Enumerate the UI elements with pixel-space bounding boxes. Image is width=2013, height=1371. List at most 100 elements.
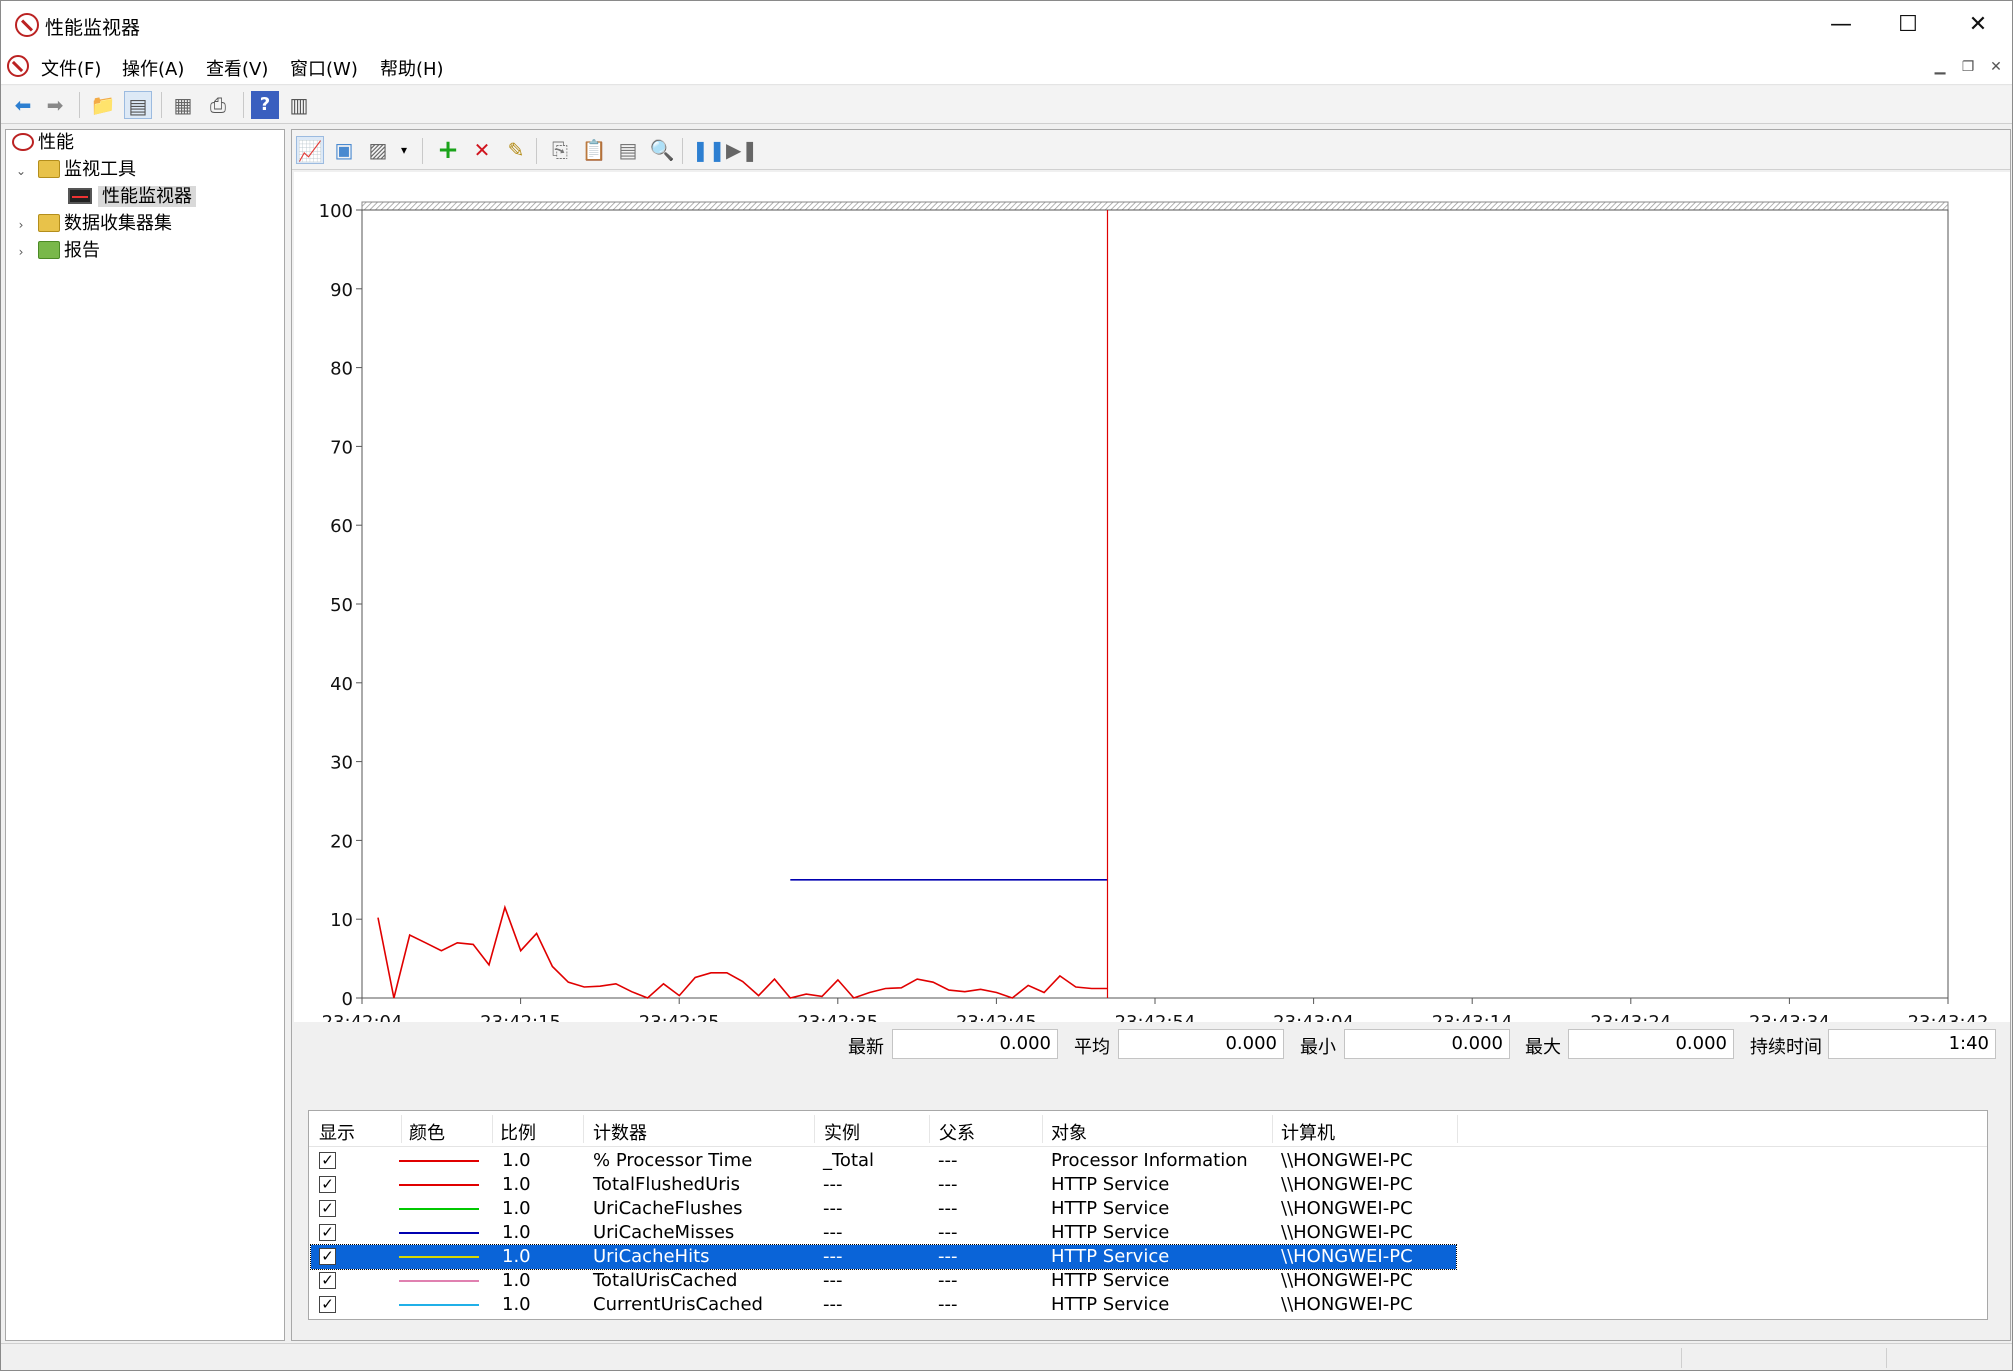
- column-color[interactable]: 颜色: [409, 1119, 445, 1145]
- mdi-close-icon[interactable]: ✕: [1983, 55, 2009, 79]
- column-divider[interactable]: [1042, 1115, 1043, 1143]
- paste-counter-list-icon[interactable]: 📋: [580, 136, 608, 164]
- counter-visible-checkbox[interactable]: ✓: [319, 1296, 336, 1313]
- x-tick-label: 23:43:04: [1273, 1012, 1354, 1022]
- column-divider[interactable]: [814, 1115, 815, 1143]
- average-value: 0.000: [1118, 1029, 1284, 1059]
- toolbar-separator: [536, 138, 537, 164]
- x-tick-label: 23:43:42: [1908, 1012, 1989, 1022]
- view-current-activity-icon[interactable]: 📈: [296, 136, 324, 164]
- counter-list-header: 显示 颜色 比例 计数器 实例 父系 对象 计算机: [309, 1111, 1987, 1147]
- up-folder-icon[interactable]: 📁: [89, 91, 117, 119]
- column-divider[interactable]: [401, 1115, 402, 1143]
- close-button[interactable]: ✕: [1943, 1, 2013, 49]
- counter-name: CurrentUrisCached: [593, 1294, 763, 1315]
- counter-computer: \\HONGWEI-PC: [1281, 1174, 1413, 1195]
- column-divider[interactable]: [583, 1115, 584, 1143]
- tree-item-monitoring-tools[interactable]: ⌄ 监视工具: [14, 157, 136, 183]
- system-menu-icon[interactable]: [7, 55, 29, 77]
- show-hide-tree-icon[interactable]: ▤: [124, 91, 152, 119]
- counter-visible-checkbox[interactable]: ✓: [319, 1224, 336, 1241]
- mdi-restore-icon[interactable]: ❐: [1955, 55, 1981, 79]
- export-list-icon[interactable]: ▦: [169, 91, 197, 119]
- change-graph-type-icon[interactable]: ▨: [364, 136, 392, 164]
- tree-item-reports[interactable]: › 报告: [14, 238, 100, 264]
- counter-scale: 1.0: [502, 1270, 531, 1291]
- menu-view[interactable]: 查看(V): [206, 55, 268, 81]
- menu-window[interactable]: 窗口(W): [290, 55, 358, 81]
- column-divider[interactable]: [492, 1115, 493, 1143]
- column-divider[interactable]: [1272, 1115, 1273, 1143]
- counter-scale: 1.0: [502, 1294, 531, 1315]
- counter-row[interactable]: ✓ 1.0 UriCacheFlushes --- --- HTTP Service \\H…: [311, 1197, 1456, 1221]
- view-log-data-icon[interactable]: ▣: [330, 136, 358, 164]
- counter-instance: ---: [823, 1294, 843, 1315]
- freeze-display-icon[interactable]: ❚❚: [692, 136, 726, 164]
- x-tick-label: 23:42:35: [797, 1012, 878, 1022]
- x-tick-label: 23:43:34: [1749, 1012, 1830, 1022]
- properties-icon[interactable]: ▤: [614, 136, 642, 164]
- counter-object: HTTP Service: [1051, 1174, 1170, 1195]
- counter-row[interactable]: ✓ 1.0 CurrentUrisCached --- --- HTTP Service \…: [311, 1293, 1456, 1317]
- chart-area[interactable]: 100908070605040302010023:42:0423:42:1523…: [294, 172, 2010, 1033]
- highlight-icon[interactable]: ✎: [502, 136, 530, 164]
- print-icon[interactable]: ⎙: [204, 91, 232, 119]
- delete-counter-icon[interactable]: ✕: [468, 136, 496, 164]
- counter-parent: ---: [938, 1222, 958, 1243]
- counter-visible-checkbox[interactable]: ✓: [319, 1272, 336, 1289]
- counter-visible-checkbox[interactable]: ✓: [319, 1200, 336, 1217]
- y-tick-label: 100: [319, 201, 353, 222]
- show-action-pane-icon[interactable]: ▥: [285, 91, 313, 119]
- column-divider[interactable]: [929, 1115, 930, 1143]
- update-data-icon[interactable]: ▶❚: [726, 136, 758, 164]
- tree-item-data-collector-sets[interactable]: › 数据收集器集: [14, 211, 172, 237]
- counter-visible-checkbox[interactable]: ✓: [319, 1176, 336, 1193]
- counter-instance: ---: [823, 1246, 843, 1267]
- x-tick-label: 23:43:24: [1590, 1012, 1671, 1022]
- minimize-button[interactable]: —: [1806, 1, 1876, 49]
- y-tick-label: 10: [330, 910, 353, 931]
- y-tick-label: 20: [330, 831, 353, 852]
- title-bar[interactable]: 性能监视器 — ☐ ✕: [1, 1, 2012, 49]
- tree-item-performance-monitor[interactable]: 性能监视器: [68, 184, 196, 210]
- help-icon[interactable]: ?: [251, 91, 279, 119]
- column-instance[interactable]: 实例: [824, 1119, 860, 1145]
- counter-color-line: [399, 1160, 479, 1162]
- toolbar-separator: [243, 92, 244, 118]
- counter-row[interactable]: ✓ 1.0 TotalFlushedUris --- --- HTTP Service \\…: [311, 1173, 1456, 1197]
- add-counter-icon[interactable]: +: [434, 136, 462, 164]
- column-divider[interactable]: [1457, 1115, 1458, 1143]
- counter-row[interactable]: ✓ 1.0 UriCacheMisses --- --- HTTP Service \\HO…: [311, 1221, 1456, 1245]
- column-scale[interactable]: 比例: [500, 1119, 536, 1145]
- column-object[interactable]: 对象: [1051, 1119, 1087, 1145]
- forward-arrow-icon[interactable]: ➡: [41, 91, 69, 119]
- tree-item-performance[interactable]: 性能: [12, 130, 74, 156]
- column-computer[interactable]: 计算机: [1281, 1119, 1335, 1145]
- menu-action[interactable]: 操作(A): [122, 55, 184, 81]
- counter-visible-checkbox[interactable]: ✓: [319, 1152, 336, 1169]
- collapse-chevron-icon[interactable]: ⌄: [14, 158, 28, 184]
- column-show[interactable]: 显示: [319, 1119, 355, 1145]
- expand-chevron-icon[interactable]: ›: [14, 239, 28, 265]
- graph-type-dropdown-icon[interactable]: ▾: [390, 136, 418, 164]
- maximize-button[interactable]: ☐: [1873, 1, 1943, 49]
- status-divider: [1681, 1348, 1682, 1368]
- counter-instance: ---: [823, 1198, 843, 1219]
- counter-row[interactable]: ✓ 1.0 TotalUrisCached --- --- HTTP Service \\H…: [311, 1269, 1456, 1293]
- expand-chevron-icon[interactable]: ›: [14, 212, 28, 238]
- menu-help[interactable]: 帮助(H): [380, 55, 444, 81]
- counter-visible-checkbox[interactable]: ✓: [319, 1248, 336, 1265]
- zoom-icon[interactable]: 🔍: [648, 136, 676, 164]
- toolbar-separator: [79, 92, 80, 118]
- counter-row[interactable]: ✓ 1.0 UriCacheHits --- --- HTTP Service \\HONG…: [310, 1244, 1457, 1270]
- counter-row[interactable]: ✓ 1.0 % Processor Time _Total --- Processor I…: [311, 1149, 1456, 1173]
- column-counter[interactable]: 计数器: [593, 1119, 647, 1145]
- copy-properties-icon[interactable]: ⎘: [546, 136, 574, 164]
- counter-parent: ---: [938, 1294, 958, 1315]
- mdi-minimize-icon[interactable]: ▁: [1927, 55, 1953, 79]
- toolbar-separator: [161, 92, 162, 118]
- stats-bar: 最新 0.000 平均 0.000 最小 0.000 最大 0.000 持续时间…: [292, 1025, 2010, 1065]
- menu-file[interactable]: 文件(F): [41, 55, 101, 81]
- column-parent[interactable]: 父系: [939, 1119, 975, 1145]
- back-arrow-icon[interactable]: ⬅: [9, 91, 37, 119]
